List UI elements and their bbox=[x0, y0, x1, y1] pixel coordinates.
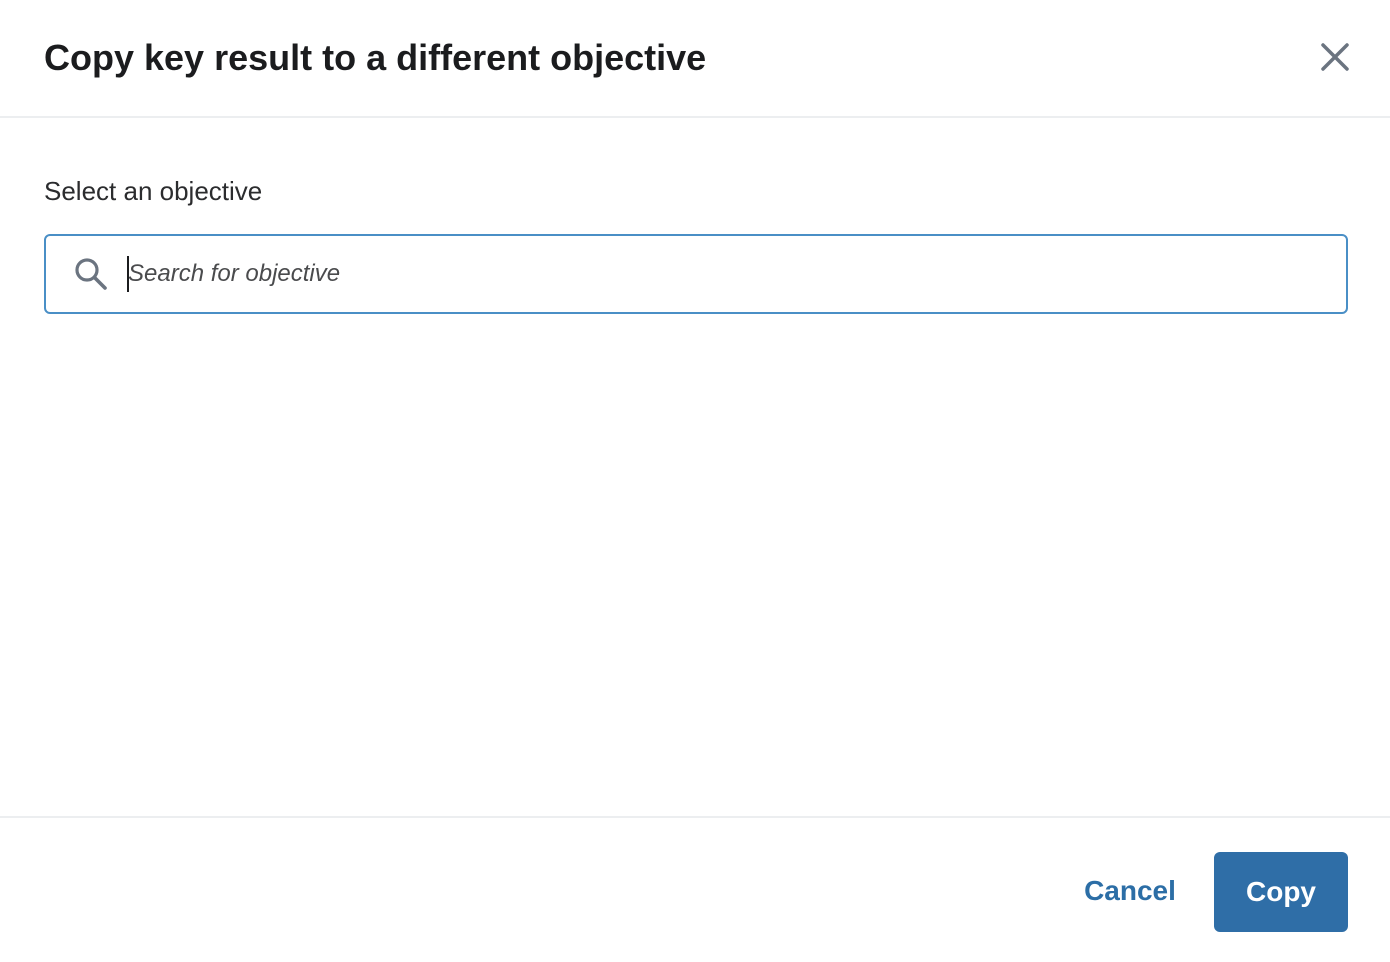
search-icon bbox=[75, 258, 107, 290]
copy-key-result-dialog: Copy key result to a different objective… bbox=[0, 0, 1390, 962]
dialog-header: Copy key result to a different objective bbox=[0, 0, 1390, 118]
cancel-button[interactable]: Cancel bbox=[1070, 852, 1190, 930]
dialog-footer: Cancel Copy bbox=[0, 816, 1390, 962]
objective-field-label: Select an objective bbox=[44, 176, 263, 206]
dialog-body: Select an objective bbox=[0, 118, 1390, 816]
close-icon bbox=[1321, 43, 1349, 71]
text-caret bbox=[127, 256, 129, 292]
copy-button[interactable]: Copy bbox=[1214, 852, 1348, 932]
close-button[interactable] bbox=[1312, 36, 1358, 82]
dialog-title: Copy key result to a different objective bbox=[44, 37, 707, 78]
objective-search-input[interactable] bbox=[124, 248, 1324, 300]
objective-search-box[interactable] bbox=[44, 234, 1348, 314]
